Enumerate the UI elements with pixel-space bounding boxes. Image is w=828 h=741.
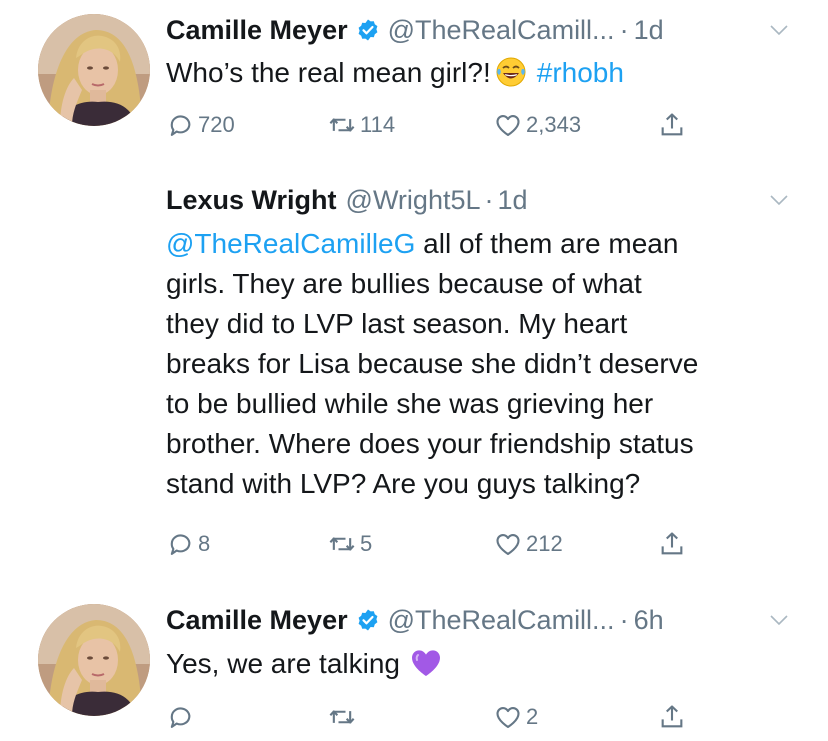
reply-icon <box>166 703 194 731</box>
tweet-header: Camille Meyer @TheRealCamill... · 1d <box>166 12 664 48</box>
avatar[interactable] <box>38 604 150 716</box>
hashtag-link[interactable]: #rhobh <box>537 57 624 88</box>
like-button[interactable]: 2 <box>494 701 538 733</box>
tweet-text: Yes, we are talking <box>166 644 806 684</box>
author-name[interactable]: Camille Meyer <box>166 15 348 46</box>
tweet-text: @TheRealCamilleG all of them are mean gi… <box>166 224 806 504</box>
retweet-icon <box>328 703 356 731</box>
reply-button[interactable]: 720 <box>166 109 235 141</box>
verified-badge-icon <box>356 18 380 42</box>
tweet-line: breaks for Lisa because she didn’t deser… <box>166 348 699 379</box>
like-count: 2,343 <box>526 112 582 137</box>
reply-button[interactable] <box>166 701 198 733</box>
reply-icon <box>166 530 194 558</box>
tweet-text-body: Who’s the real mean girl?! <box>166 57 491 88</box>
like-icon <box>494 111 522 139</box>
action-bar: 720 114 2,343 <box>166 109 726 141</box>
action-bar: 8 5 212 <box>166 528 726 560</box>
tweet-text: Who’s the real mean girl?! #rhobh <box>166 53 806 93</box>
reply-count: 720 <box>198 112 235 137</box>
author-handle[interactable]: @Wright5L <box>346 185 481 216</box>
tweet-line: they did to LVP last season. My heart <box>166 308 628 339</box>
separator-dot: · <box>619 14 629 45</box>
tweet-line: brother. Where does your friendship stat… <box>166 428 694 459</box>
tweet-3[interactable]: Camille Meyer @TheRealCamill... · 6h Yes… <box>0 590 828 741</box>
chevron-down-icon[interactable] <box>768 613 790 627</box>
retweet-button[interactable]: 114 <box>328 109 395 141</box>
tweet-line: stand with LVP? Are you guys talking? <box>166 468 641 499</box>
tweet-text-body: Yes, we are talking <box>166 648 400 679</box>
tweet-line: @TheRealCamilleG all of them are mean <box>166 224 806 264</box>
chevron-down-icon[interactable] <box>768 23 790 37</box>
author-handle[interactable]: @TheRealCamill... <box>388 605 615 636</box>
tweet-line-text: all of them are mean <box>415 228 679 259</box>
share-icon <box>658 111 686 139</box>
tweet-header: Lexus Wright @Wright5L · 1d <box>166 182 528 218</box>
share-button[interactable] <box>658 701 686 733</box>
avatar-image <box>38 604 150 716</box>
action-bar: 2 <box>166 701 726 733</box>
share-button[interactable] <box>658 528 686 560</box>
retweet-count: 114 <box>360 112 396 137</box>
tweet-2[interactable]: Lexus Wright @Wright5L · 1d @TheRealCami… <box>0 170 828 590</box>
share-icon <box>658 530 686 558</box>
share-button[interactable] <box>658 109 686 141</box>
like-button[interactable]: 2,343 <box>494 109 581 141</box>
reply-button[interactable]: 8 <box>166 528 210 560</box>
timestamp[interactable]: 6h <box>634 605 664 636</box>
tweet-line: to be bullied while she was grieving her <box>166 388 654 419</box>
retweet-icon <box>328 111 356 139</box>
timestamp[interactable]: 1d <box>634 15 664 46</box>
like-count: 212 <box>526 531 563 556</box>
retweet-button[interactable]: 5 <box>328 528 372 560</box>
chevron-down-icon[interactable] <box>768 193 790 207</box>
like-count: 2 <box>526 704 539 729</box>
like-icon <box>494 530 522 558</box>
author-handle[interactable]: @TheRealCamill... <box>388 15 615 46</box>
timestamp[interactable]: 1d <box>498 185 528 216</box>
avatar-image <box>38 14 150 126</box>
tears-of-joy-emoji <box>495 56 527 88</box>
share-icon <box>658 703 686 731</box>
tweet-1[interactable]: Camille Meyer @TheRealCamill... · 1d Who… <box>0 0 828 170</box>
like-icon <box>494 703 522 731</box>
verified-badge-icon <box>356 608 380 632</box>
retweet-button[interactable] <box>328 701 360 733</box>
purple-heart-emoji <box>410 647 442 679</box>
retweet-count: 5 <box>360 531 373 556</box>
separator-dot: · <box>484 184 494 215</box>
reply-count: 8 <box>198 531 211 556</box>
retweet-icon <box>328 530 356 558</box>
separator-dot: · <box>619 604 629 635</box>
avatar[interactable] <box>38 14 150 126</box>
author-name[interactable]: Lexus Wright <box>166 185 337 216</box>
like-button[interactable]: 212 <box>494 528 563 560</box>
tweet-line: girls. They are bullies because of what <box>166 268 642 299</box>
reply-icon <box>166 111 194 139</box>
tweet-header: Camille Meyer @TheRealCamill... · 6h <box>166 602 664 638</box>
author-name[interactable]: Camille Meyer <box>166 605 348 636</box>
mention-link[interactable]: @TheRealCamilleG <box>166 228 415 259</box>
